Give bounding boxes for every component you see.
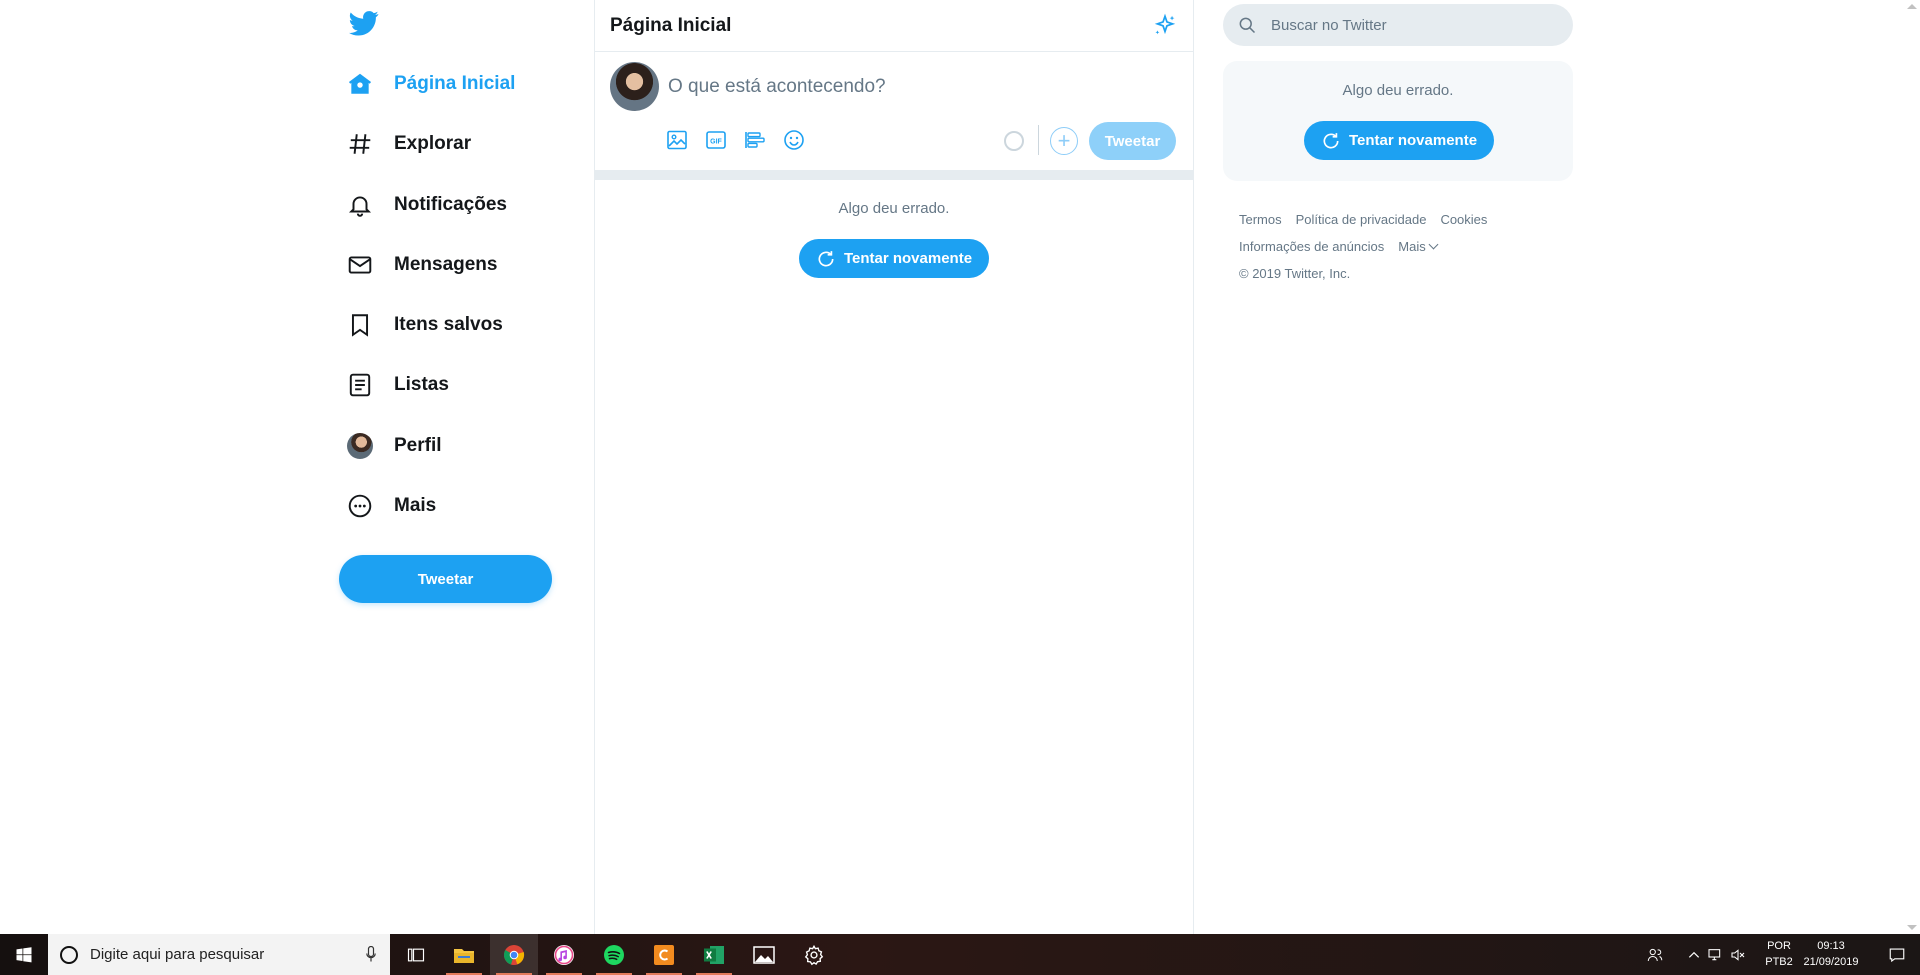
chrome-icon[interactable] xyxy=(490,934,538,975)
system-clock[interactable]: 09:13 21/09/2019 xyxy=(1796,938,1866,970)
list-icon xyxy=(344,369,376,401)
more-link[interactable]: Mais xyxy=(1398,239,1439,254)
left-navigation: Página Inicial Explorar Notificações Men… xyxy=(329,0,594,934)
search-icon xyxy=(1237,15,1257,35)
composer-input[interactable]: O que está acontecendo? xyxy=(668,76,886,98)
cortana-icon xyxy=(60,945,78,964)
nav-label: Perfil xyxy=(394,435,442,456)
bookmark-icon xyxy=(344,309,376,341)
char-count-circle xyxy=(1004,131,1024,151)
terms-link[interactable]: Termos xyxy=(1239,212,1282,227)
excel-icon[interactable] xyxy=(690,934,738,975)
more-icon xyxy=(344,490,376,522)
search-input[interactable] xyxy=(1271,16,1551,34)
search-box[interactable] xyxy=(1223,4,1573,46)
twitter-logo-icon[interactable] xyxy=(349,8,383,42)
envelope-icon xyxy=(344,249,376,281)
taskbar-search[interactable]: Digite aqui para pesquisar xyxy=(48,934,390,975)
task-view-icon[interactable] xyxy=(392,934,440,975)
microphone-icon[interactable] xyxy=(366,945,376,962)
footer-links: Termos Política de privacidade Cookies I… xyxy=(1239,212,1569,293)
chevron-down-icon xyxy=(1428,239,1439,250)
nav-label: Explorar xyxy=(394,133,472,154)
timeline-error-text: Algo deu errado. xyxy=(838,200,950,217)
nav-item-home[interactable]: Página Inicial xyxy=(344,59,574,109)
sparkle-icon[interactable] xyxy=(1152,13,1178,39)
scroll-down-icon[interactable] xyxy=(1907,925,1917,930)
windows-taskbar: Digite aqui para pesquisar POR PTB2 09:1… xyxy=(0,934,1920,975)
more-label: Mais xyxy=(1398,239,1426,254)
speaker-muted-icon[interactable] xyxy=(1726,934,1750,975)
home-icon xyxy=(344,68,376,100)
nav-label: Mais xyxy=(394,495,437,516)
timeline-retry-button[interactable]: Tentar novamente xyxy=(799,239,989,278)
refresh-icon xyxy=(818,250,834,267)
windows-start-icon[interactable] xyxy=(0,934,48,975)
svg-text:GIF: GIF xyxy=(710,138,722,145)
nav-item-messages[interactable]: Mensagens xyxy=(344,240,574,290)
copyright: © 2019 Twitter, Inc. xyxy=(1239,266,1351,281)
network-icon[interactable] xyxy=(1704,934,1726,975)
page-scrollbar[interactable] xyxy=(1904,0,1920,934)
input-language[interactable]: POR PTB2 xyxy=(1762,938,1796,970)
emoji-icon[interactable] xyxy=(782,128,806,152)
trends-error-text: Algo deu errado. xyxy=(1342,82,1454,99)
settings-icon[interactable] xyxy=(790,934,838,975)
composer-tweet-button[interactable]: Tweetar xyxy=(1089,122,1176,160)
nav-item-notifications[interactable]: Notificações xyxy=(344,180,574,230)
trends-retry-button[interactable]: Tentar novamente xyxy=(1304,121,1494,160)
file-explorer-icon[interactable] xyxy=(440,934,488,975)
clock-date: 21/09/2019 xyxy=(1803,956,1859,968)
profile-avatar xyxy=(344,430,376,462)
spotify-icon[interactable] xyxy=(590,934,638,975)
gif-icon[interactable]: GIF xyxy=(704,128,728,152)
composer-avatar[interactable] xyxy=(610,62,659,111)
hashtag-icon xyxy=(344,128,376,160)
chevron-up-icon[interactable] xyxy=(1684,934,1704,975)
add-tweet-icon[interactable]: + xyxy=(1050,127,1078,155)
retry-label: Tentar novamente xyxy=(843,250,973,267)
ads-info-link[interactable]: Informações de anúncios xyxy=(1239,239,1384,254)
scroll-up-icon[interactable] xyxy=(1907,4,1917,9)
nav-label: Mensagens xyxy=(394,254,498,275)
nav-item-explore[interactable]: Explorar xyxy=(344,119,574,169)
tweet-button[interactable]: Tweetar xyxy=(339,555,552,603)
composer-separator xyxy=(595,170,1193,180)
nav-label: Página Inicial xyxy=(394,73,516,94)
timeline-header: Página Inicial xyxy=(595,0,1193,52)
nav-label: Itens salvos xyxy=(394,314,503,335)
privacy-link[interactable]: Política de privacidade xyxy=(1296,212,1427,227)
lang-layout: PTB2 xyxy=(1765,956,1793,968)
taskbar-search-input[interactable]: Digite aqui para pesquisar xyxy=(90,946,264,963)
nav-item-lists[interactable]: Listas xyxy=(344,360,574,410)
lang-code: POR xyxy=(1767,940,1791,952)
photos-icon[interactable] xyxy=(740,934,788,975)
people-icon[interactable] xyxy=(1640,934,1670,975)
itunes-icon[interactable] xyxy=(540,934,588,975)
nav-label: Notificações xyxy=(394,194,507,215)
nav-item-profile[interactable]: Perfil xyxy=(344,421,574,471)
page-title: Página Inicial xyxy=(610,14,732,36)
bell-icon xyxy=(344,189,376,221)
nav-label: Listas xyxy=(394,374,449,395)
image-icon[interactable] xyxy=(665,128,689,152)
orange-app-icon[interactable] xyxy=(640,934,688,975)
poll-icon[interactable] xyxy=(743,128,767,152)
cookies-link[interactable]: Cookies xyxy=(1440,212,1487,227)
composer-divider xyxy=(1038,125,1039,155)
action-center-icon[interactable] xyxy=(1874,934,1920,975)
retry-label: Tentar novamente xyxy=(1348,132,1478,149)
nav-item-bookmarks[interactable]: Itens salvos xyxy=(344,300,574,350)
nav-item-more[interactable]: Mais xyxy=(344,481,574,531)
clock-time: 09:13 xyxy=(1817,940,1845,952)
refresh-icon xyxy=(1323,132,1339,149)
